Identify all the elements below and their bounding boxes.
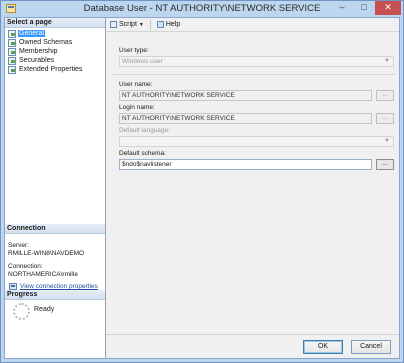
user-type-label: User type: (119, 47, 149, 54)
server-label: Server: (8, 242, 29, 249)
user-type-value: Windows user (122, 58, 163, 65)
default-schema-field[interactable]: $ndo$navlistener (119, 159, 372, 170)
page-item-membership[interactable]: Membership (5, 47, 105, 56)
help-label: Help (165, 21, 181, 28)
page-item-label: Securables (19, 57, 55, 64)
page-icon (8, 30, 16, 38)
minimize-button[interactable]: – (331, 1, 353, 15)
script-icon (110, 21, 117, 28)
help-button[interactable]: Help (156, 21, 181, 28)
page-icon (8, 48, 16, 56)
server-value: RMILLE-WIN8\NAVDEMO (8, 250, 85, 257)
user-type-dropdown[interactable]: Windows user ▼ (119, 56, 394, 67)
chevron-down-icon: ▼ (138, 21, 144, 28)
cancel-button[interactable]: Cancel (351, 340, 391, 354)
login-name-label: Login name: (119, 104, 155, 111)
chevron-down-icon: ▼ (384, 58, 390, 64)
page-item-label: Extended Properties (19, 66, 83, 73)
page-item-owned-schemas[interactable]: Owned Schemas (5, 38, 105, 47)
page-item-securables[interactable]: Securables (5, 56, 105, 65)
page-icon (8, 57, 16, 65)
title-bar[interactable]: Database User - NT AUTHORITY\NETWORK SER… (1, 1, 403, 17)
page-item-label: Owned Schemas (19, 39, 73, 46)
script-button[interactable]: Script ▼ (110, 21, 144, 28)
dialog-window: Database User - NT AUTHORITY\NETWORK SER… (0, 0, 404, 363)
login-name-browse-button[interactable]: ... (376, 113, 394, 124)
page-item-label: General (18, 30, 45, 37)
page-list: General Owned Schemas Membership Securab… (5, 29, 105, 74)
default-schema-label: Default schema: (119, 150, 166, 157)
general-page: Script ▼ Help User type: Windows user ▼ … (106, 18, 399, 358)
toolbar-separator (149, 19, 151, 30)
progress-section: Progress Ready (5, 290, 105, 320)
left-panel: Select a page General Owned Schemas Memb… (5, 18, 106, 358)
page-icon (8, 39, 16, 47)
maximize-button[interactable]: □ (353, 1, 375, 15)
toolbar: Script ▼ Help (106, 18, 399, 32)
page-item-extended-properties[interactable]: Extended Properties (5, 65, 105, 74)
progress-status: Ready (34, 306, 55, 313)
user-name-browse-button[interactable]: ... (376, 90, 394, 101)
chevron-down-icon: ▼ (384, 138, 390, 144)
connection-properties-icon (9, 283, 17, 290)
login-name-field[interactable]: NT AUTHORITY\NETWORK SERVICE (119, 113, 372, 124)
footer-divider (106, 334, 399, 335)
connection-section: Connection Server: RMILLE-WIN8\NAVDEMO C… (5, 224, 105, 290)
connection-label: Connection: (8, 263, 43, 270)
view-connection-properties-label: View connection properties (20, 283, 98, 290)
dialog-frame: Select a page General Owned Schemas Memb… (4, 17, 400, 359)
view-connection-properties-link[interactable]: View connection properties (5, 283, 105, 290)
page-item-general[interactable]: General (5, 29, 105, 38)
ok-button[interactable]: OK (303, 340, 343, 354)
default-language-dropdown[interactable]: ▼ (119, 136, 394, 147)
user-name-field[interactable]: NT AUTHORITY\NETWORK SERVICE (119, 90, 372, 101)
page-item-label: Membership (19, 48, 58, 55)
connection-value: NORTHAMERICA\rmille (8, 271, 78, 278)
page-icon (8, 66, 16, 74)
close-button[interactable]: ✕ (375, 1, 401, 15)
connection-header: Connection (5, 224, 105, 234)
script-label: Script (119, 21, 137, 28)
user-name-label: User name: (119, 81, 153, 88)
select-page-header: Select a page (5, 18, 105, 28)
help-icon (156, 21, 164, 28)
default-language-label: Default language: (119, 127, 170, 134)
progress-spinner-icon (13, 303, 30, 320)
progress-header: Progress (5, 290, 105, 300)
default-schema-browse-button[interactable]: ... (376, 159, 394, 170)
